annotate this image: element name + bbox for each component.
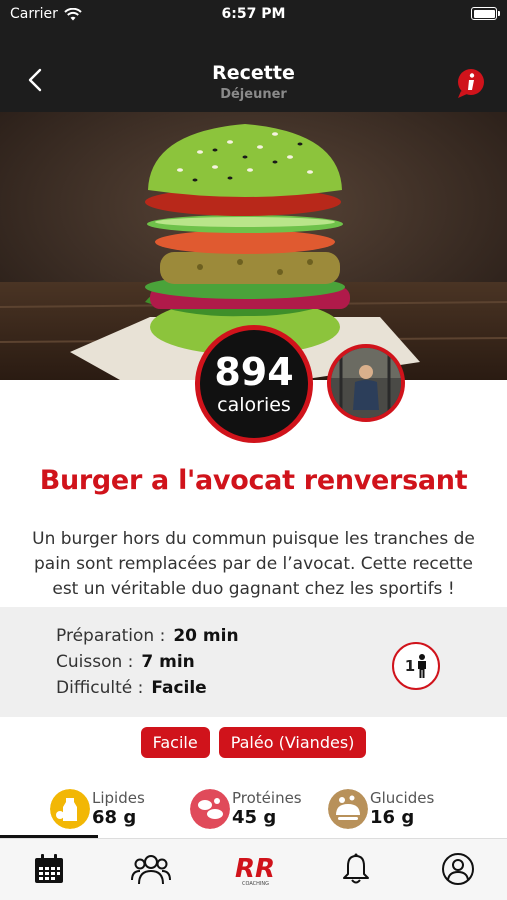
calories-unit: calories: [217, 394, 291, 416]
status-bar: Carrier 6:57 PM: [0, 0, 507, 30]
macro-lipides-label: Lipides: [92, 789, 145, 807]
status-time: 6:57 PM: [221, 6, 286, 22]
macro-glucides-value: 16 g: [370, 807, 415, 828]
difficulty-label: Difficulté :: [56, 678, 144, 698]
oil-bottle-icon: [50, 789, 90, 829]
prep-time-row: Préparation : 20 min: [56, 626, 239, 646]
servings-button[interactable]: 1: [392, 642, 440, 690]
tab-calendar[interactable]: [29, 849, 69, 889]
rr-coaching-logo: RR COACHING: [235, 854, 273, 887]
bread-icon: [328, 789, 368, 829]
macro-glucides-label: Glucides: [370, 789, 435, 807]
info-icon[interactable]: [455, 67, 487, 99]
community-icon: [131, 855, 171, 885]
servings-count: 1: [404, 657, 416, 675]
macro-lipides-value: 68 g: [92, 807, 137, 828]
cook-time-label: Cuisson :: [56, 652, 134, 672]
page-subtitle: Déjeuner: [220, 87, 287, 102]
coach-avatar[interactable]: [327, 344, 405, 422]
calories-value: 894: [214, 350, 294, 394]
recipe-description: Un burger hors du commun puisque les tra…: [32, 529, 475, 599]
macro-proteines-label: Protéines: [232, 789, 302, 807]
page-title: Recette: [212, 62, 295, 84]
calories-badge: 894 calories: [195, 325, 313, 443]
difficulty-row: Difficulté : Facile: [56, 678, 207, 698]
tab-bar: RR COACHING: [0, 838, 507, 900]
bell-icon: [343, 853, 369, 884]
tab-profile[interactable]: [438, 849, 478, 889]
prep-time-label: Préparation :: [56, 626, 166, 646]
recipe-tags: Facile Paléo (Viandes): [0, 727, 507, 758]
tag-diet[interactable]: Paléo (Viandes): [218, 727, 367, 758]
macros-row: Lipides 68 g Protéines 45 g Glucides 16 …: [50, 787, 470, 831]
coach-photo: [331, 348, 401, 418]
recipe-details: Préparation : 20 min Cuisson : 7 min Diffi…: [0, 607, 507, 717]
macro-proteines-value: 45 g: [232, 807, 277, 828]
calendar-icon: [35, 854, 63, 883]
battery-icon: [471, 7, 500, 20]
logo-sub: COACHING: [242, 881, 269, 887]
logo-text: RR: [235, 854, 273, 884]
person-icon: [418, 654, 427, 678]
tab-community[interactable]: [131, 849, 171, 889]
tab-home[interactable]: RR COACHING: [233, 849, 273, 889]
cook-time-value: 7 min: [141, 652, 195, 672]
meat-icon: [190, 789, 230, 829]
tab-notifications[interactable]: [336, 849, 376, 889]
profile-icon: [442, 853, 474, 885]
prep-time-value: 20 min: [173, 626, 239, 646]
cook-time-row: Cuisson : 7 min: [56, 652, 195, 672]
tag-difficulty[interactable]: Facile: [140, 727, 210, 758]
difficulty-value: Facile: [151, 678, 207, 698]
navigation-bar: Recette Déjeuner: [0, 30, 507, 112]
recipe-title: Burger a l'avocat renversant: [39, 465, 468, 496]
